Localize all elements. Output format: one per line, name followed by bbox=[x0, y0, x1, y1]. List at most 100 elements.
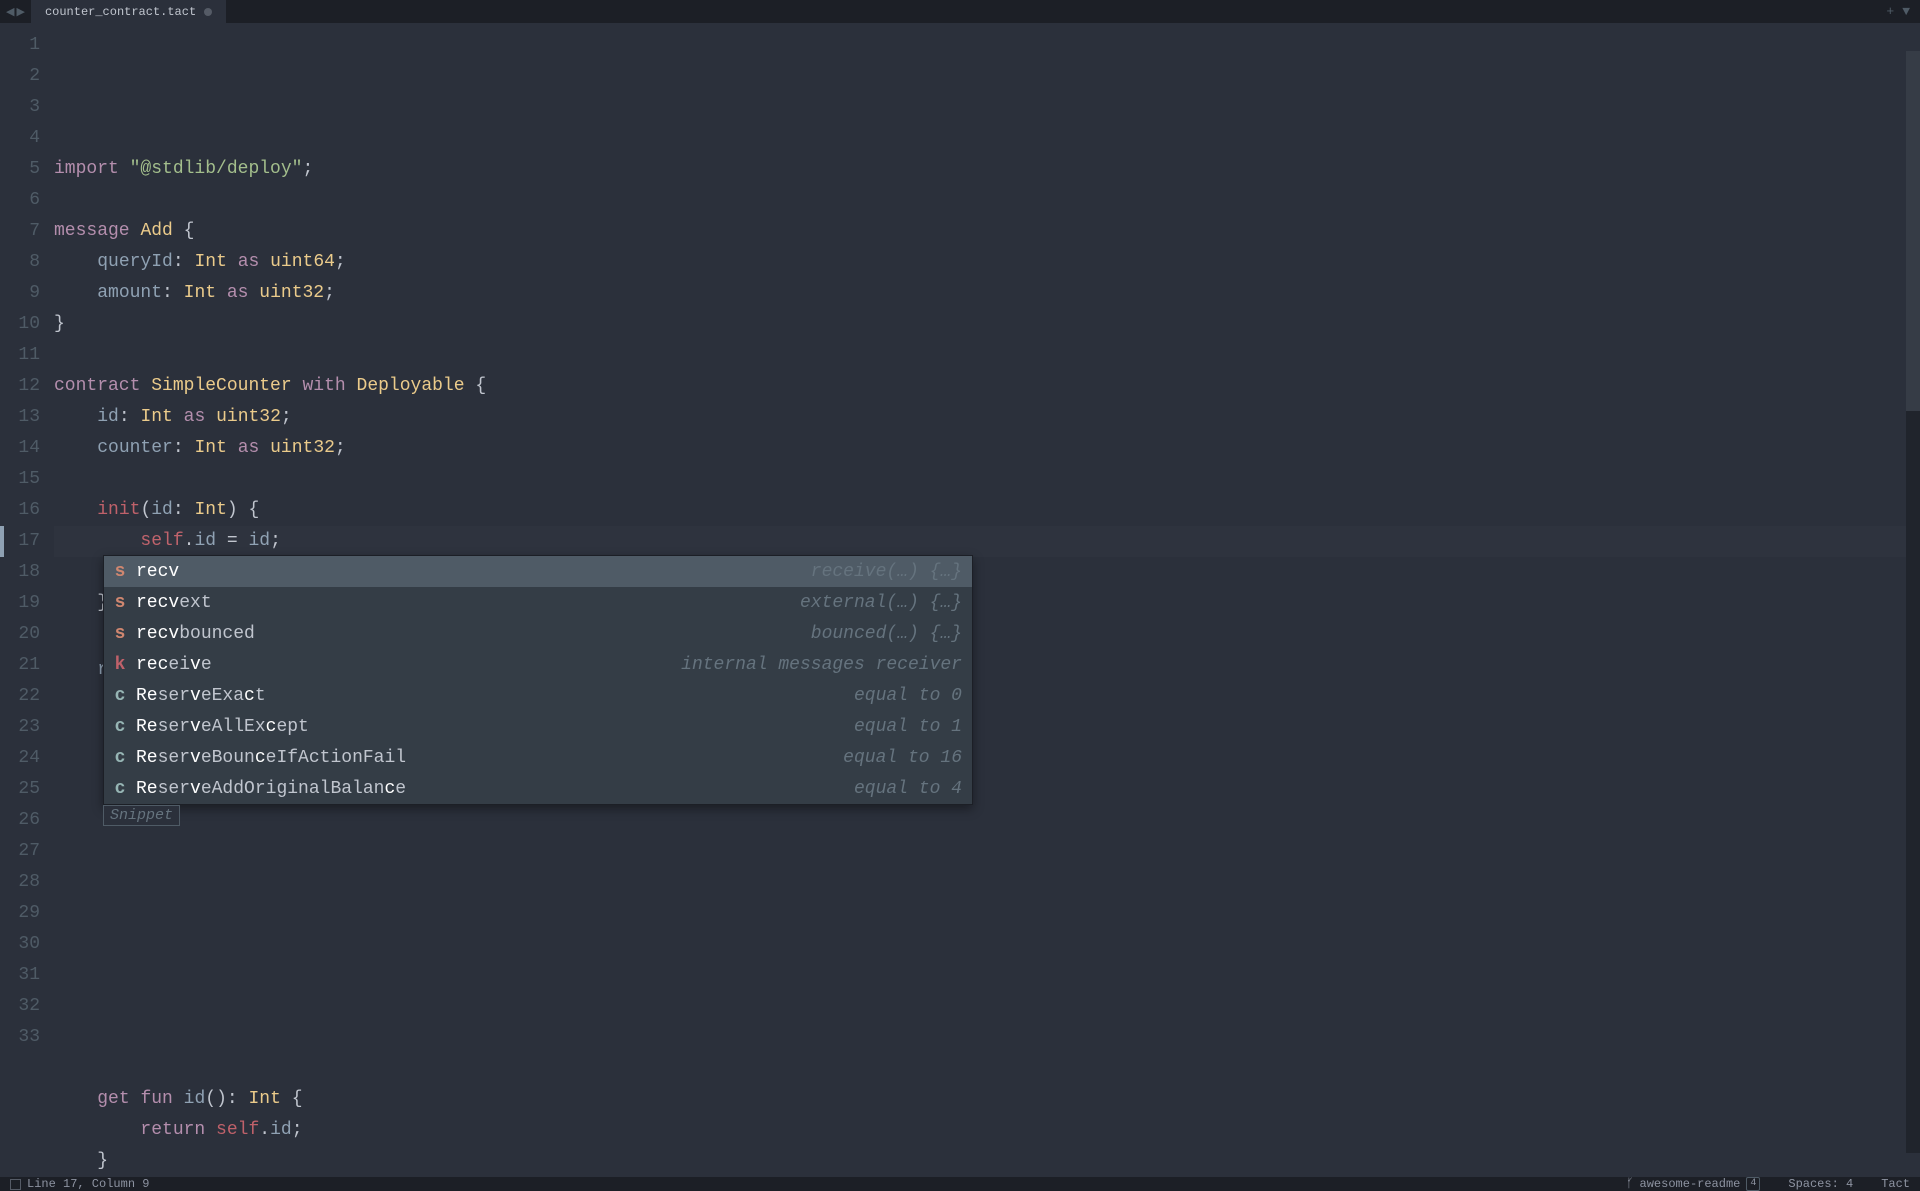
completion-name: ReserveAddOriginalBalance bbox=[136, 779, 844, 799]
code-line[interactable]: contract SimpleCounter with Deployable { bbox=[54, 371, 1920, 402]
kind-icon: c bbox=[114, 686, 126, 706]
nav-forward-icon[interactable]: ▶ bbox=[16, 5, 24, 19]
kind-icon: c bbox=[114, 717, 126, 737]
code-line[interactable]: counter: Int as uint32; bbox=[54, 433, 1920, 464]
code-line[interactable]: message Add { bbox=[54, 216, 1920, 247]
line-number: 24 bbox=[0, 743, 40, 774]
code-line[interactable] bbox=[54, 898, 1920, 929]
editor[interactable]: 1234567891011121314151617181920212223242… bbox=[0, 23, 1920, 1177]
completion-name: recv bbox=[136, 562, 801, 582]
code-line[interactable]: } bbox=[54, 1146, 1920, 1177]
tab-file[interactable]: counter_contract.tact bbox=[31, 0, 226, 23]
line-number: 2 bbox=[0, 61, 40, 92]
code-line[interactable] bbox=[54, 464, 1920, 495]
line-number: 11 bbox=[0, 340, 40, 371]
line-number: 29 bbox=[0, 898, 40, 929]
code-line[interactable] bbox=[54, 991, 1920, 1022]
autocomplete-popup[interactable]: srecvreceive(…) {…}srecvextexternal(…) {… bbox=[103, 555, 973, 805]
code-line[interactable] bbox=[54, 960, 1920, 991]
line-number: 32 bbox=[0, 991, 40, 1022]
branch-count: 4 bbox=[1746, 1177, 1760, 1191]
completion-name: recvext bbox=[136, 593, 790, 613]
line-number: 20 bbox=[0, 619, 40, 650]
dirty-indicator-icon bbox=[204, 8, 212, 16]
nav-arrows: ◀ ▶ bbox=[6, 5, 25, 19]
autocomplete-item[interactable]: s recvext external(…) {…} bbox=[104, 587, 972, 618]
line-number: 10 bbox=[0, 309, 40, 340]
line-number: 12 bbox=[0, 371, 40, 402]
tab-strip: ◀ ▶ counter_contract.tact + ▼ bbox=[0, 0, 1920, 23]
completion-hint: equal to 1 bbox=[854, 717, 962, 737]
indent-setting[interactable]: Spaces: 4 bbox=[1788, 1177, 1853, 1191]
line-number: 3 bbox=[0, 92, 40, 123]
code-line[interactable]: } bbox=[54, 309, 1920, 340]
tab-label: counter_contract.tact bbox=[45, 5, 196, 19]
completion-hint: equal to 4 bbox=[854, 779, 962, 799]
kind-icon: s bbox=[114, 593, 126, 613]
line-number: 7 bbox=[0, 216, 40, 247]
autocomplete-item[interactable]: cReserveExactequal to 0 bbox=[104, 680, 972, 711]
line-number: 28 bbox=[0, 867, 40, 898]
new-tab-icon[interactable]: + bbox=[1886, 4, 1894, 19]
kind-icon: s bbox=[114, 562, 126, 582]
nav-back-icon[interactable]: ◀ bbox=[6, 5, 14, 19]
autocomplete-item[interactable]: srecvreceive(…) {…} bbox=[104, 556, 972, 587]
code-line[interactable]: id: Int as uint32; bbox=[54, 402, 1920, 433]
line-number: 22 bbox=[0, 681, 40, 712]
line-number: 14 bbox=[0, 433, 40, 464]
panel-toggle-icon[interactable] bbox=[10, 1179, 21, 1190]
code-line[interactable] bbox=[54, 867, 1920, 898]
kind-icon: s bbox=[114, 624, 126, 644]
git-branch[interactable]: ᚶ awesome-readme 4 bbox=[1626, 1177, 1760, 1191]
kind-icon: c bbox=[114, 748, 126, 768]
completion-name: recvbounced bbox=[136, 624, 801, 644]
status-bar: Line 17, Column 9 ᚶ awesome-readme 4 Spa… bbox=[0, 1177, 1920, 1191]
line-number: 25 bbox=[0, 774, 40, 805]
cursor-position[interactable]: Line 17, Column 9 bbox=[27, 1177, 149, 1191]
completion-hint: equal to 16 bbox=[843, 748, 962, 768]
line-number: 9 bbox=[0, 278, 40, 309]
line-number: 5 bbox=[0, 154, 40, 185]
branch-name: awesome-readme bbox=[1640, 1177, 1741, 1191]
autocomplete-item[interactable]: c ReserveBounceIfActionFail equal to 16 bbox=[104, 742, 972, 773]
completion-hint: external(…) {…} bbox=[800, 593, 962, 613]
line-number: 8 bbox=[0, 247, 40, 278]
code-line[interactable] bbox=[54, 805, 1920, 836]
scrollbar-thumb[interactable] bbox=[1906, 51, 1920, 411]
language-mode[interactable]: Tact bbox=[1881, 1177, 1910, 1191]
code-line[interactable] bbox=[54, 1022, 1920, 1053]
autocomplete-item[interactable]: s recvbounced bounced(…) {…} bbox=[104, 618, 972, 649]
code-line[interactable]: return self.id; bbox=[54, 1115, 1920, 1146]
snippet-badge: Snippet bbox=[103, 805, 180, 826]
autocomplete-item[interactable]: c ReserveAllExcept equal to 1 bbox=[104, 711, 972, 742]
code-line[interactable]: amount: Int as uint32; bbox=[54, 278, 1920, 309]
code-line[interactable]: get fun id(): Int { bbox=[54, 1084, 1920, 1115]
completion-name: ReserveBounceIfActionFail bbox=[136, 748, 833, 768]
code-line[interactable] bbox=[54, 185, 1920, 216]
line-number: 15 bbox=[0, 464, 40, 495]
completion-name: receive bbox=[136, 655, 671, 675]
code-line[interactable] bbox=[54, 340, 1920, 371]
line-number: 6 bbox=[0, 185, 40, 216]
kind-icon: c bbox=[114, 779, 126, 799]
line-number: 19 bbox=[0, 588, 40, 619]
line-number: 31 bbox=[0, 960, 40, 991]
vertical-scrollbar[interactable] bbox=[1906, 51, 1920, 1153]
code-line[interactable] bbox=[54, 836, 1920, 867]
autocomplete-item[interactable]: kreceiveinternal messages receiver bbox=[104, 649, 972, 680]
code-line[interactable]: init(id: Int) { bbox=[54, 495, 1920, 526]
line-number: 17 bbox=[0, 526, 40, 557]
completion-name: ReserveExact bbox=[136, 686, 844, 706]
tabs-menu-icon[interactable]: ▼ bbox=[1902, 4, 1910, 19]
code-line[interactable] bbox=[54, 1053, 1920, 1084]
autocomplete-item[interactable]: c ReserveAddOriginalBalance equal to 4 bbox=[104, 773, 972, 804]
code-line[interactable] bbox=[54, 929, 1920, 960]
line-number: 30 bbox=[0, 929, 40, 960]
line-number: 23 bbox=[0, 712, 40, 743]
completion-hint: internal messages receiver bbox=[681, 655, 962, 675]
code-line[interactable]: import "@stdlib/deploy"; bbox=[54, 154, 1920, 185]
completion-hint: bounced(…) {…} bbox=[811, 624, 962, 644]
line-number: 16 bbox=[0, 495, 40, 526]
code-line[interactable]: queryId: Int as uint64; bbox=[54, 247, 1920, 278]
completion-name: ReserveAllExcept bbox=[136, 717, 844, 737]
